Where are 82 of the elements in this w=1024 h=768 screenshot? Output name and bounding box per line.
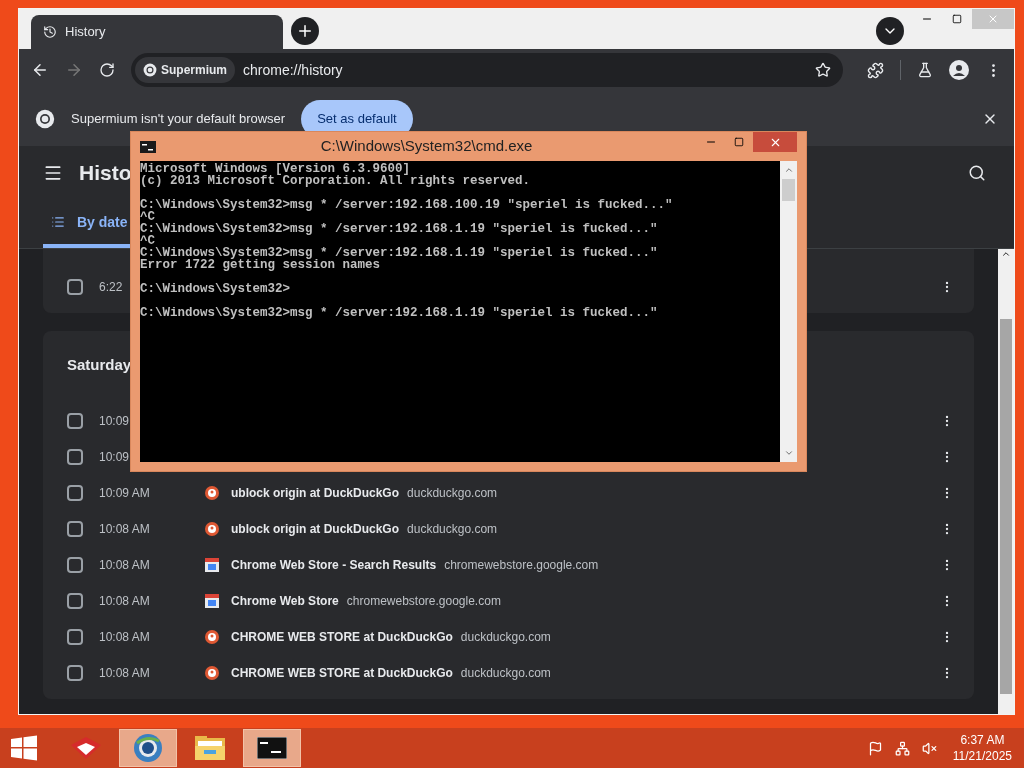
domain-text: chromewebstore.google.com [444, 557, 599, 574]
tab-title: History [65, 23, 107, 42]
maximize-icon [952, 14, 962, 24]
console-title: C:\Windows\System32\cmd.exe [319, 136, 534, 157]
domain-text: duckduckgo.com [460, 629, 551, 646]
row-checkbox[interactable] [67, 557, 83, 573]
page-title-link[interactable]: Chrome Web Store - Search Results [231, 556, 437, 574]
row-checkbox[interactable] [67, 629, 83, 645]
folder-icon [194, 734, 226, 762]
plus-icon [296, 22, 314, 40]
profile-icon[interactable] [949, 60, 969, 80]
visit-time: 10:08 AM [99, 629, 151, 646]
scroll-down-icon [783, 448, 794, 458]
search-icon[interactable] [968, 164, 986, 182]
console-icon [257, 737, 287, 759]
row-checkbox[interactable] [67, 279, 83, 295]
row-checkbox[interactable] [67, 593, 83, 609]
close-icon [987, 13, 999, 25]
start-icon[interactable] [11, 735, 37, 761]
page-title-link[interactable]: ublock origin at DuckDuckGo [231, 484, 400, 502]
package-icon [69, 735, 103, 761]
store-favicon-icon [205, 558, 219, 572]
page-title-link[interactable]: CHROME WEB STORE at DuckDuckGo [231, 664, 453, 682]
site-chip[interactable]: Supermium [135, 57, 235, 83]
row-checkbox[interactable] [67, 449, 83, 465]
browser-logo-icon [143, 63, 157, 77]
reload-icon[interactable] [99, 62, 115, 78]
scroll-thumb[interactable] [782, 179, 795, 201]
scroll-up-icon [1001, 249, 1011, 259]
list-icon [51, 215, 65, 229]
visit-time: 10:09 [99, 413, 131, 430]
domain-text: duckduckgo.com [407, 485, 498, 502]
browser-tab[interactable]: History [31, 15, 283, 49]
row-checkbox[interactable] [67, 521, 83, 537]
domain-text: duckduckgo.com [460, 665, 551, 682]
row-checkbox[interactable] [67, 413, 83, 429]
taskbar-app[interactable] [243, 729, 301, 767]
store-favicon-icon [205, 594, 219, 608]
globe-icon [133, 733, 163, 763]
network-icon[interactable] [894, 740, 910, 756]
visit-time: 10:09 AM [99, 485, 151, 502]
date-heading: Saturday [66, 354, 133, 375]
page-title-link[interactable]: Chrome Web Store [231, 592, 339, 610]
scroll-thumb[interactable] [1000, 319, 1012, 694]
browser-logo-icon [35, 108, 55, 129]
visit-time: 10:08 AM [99, 593, 151, 610]
page-title-link[interactable]: ublock origin at DuckDuckGo [231, 520, 400, 538]
duck-favicon-icon [205, 522, 219, 536]
clock[interactable]: 6:37 AM 11/21/2025 [952, 732, 1012, 764]
row-checkbox[interactable] [67, 485, 83, 501]
menu-icon[interactable] [43, 163, 63, 183]
duck-favicon-icon [205, 486, 219, 500]
visit-time: 10:09 [99, 449, 131, 466]
visit-time: 10:08 AM [99, 557, 151, 574]
page-title: Histo [79, 160, 132, 187]
console-scrollbar[interactable] [780, 161, 797, 462]
new-tab-button[interactable] [291, 17, 319, 45]
scrollbar[interactable] [998, 249, 1014, 714]
flag-icon[interactable] [867, 740, 883, 756]
page-title-link[interactable]: CHROME WEB STORE at DuckDuckGo [231, 628, 453, 646]
history-icon [43, 25, 57, 39]
back-icon[interactable] [31, 61, 49, 79]
domain-text: duckduckgo.com [407, 521, 498, 538]
maximize-icon [734, 137, 744, 147]
visit-time: 10:08 AM [99, 521, 151, 538]
console-icon [140, 140, 156, 153]
duck-favicon-icon [205, 630, 219, 644]
forward-icon[interactable] [65, 61, 83, 79]
muted-speaker-icon[interactable] [921, 740, 937, 756]
url-text: chrome://history [243, 60, 344, 80]
visit-time: 10:08 AM [99, 665, 151, 682]
tab-search-button[interactable] [876, 17, 904, 45]
duck-favicon-icon [205, 666, 219, 680]
row-checkbox[interactable] [67, 665, 83, 681]
address-bar[interactable]: Supermium chrome://history [131, 53, 843, 87]
domain-text: chromewebstore.google.com [346, 593, 501, 610]
extensions-icon[interactable] [867, 61, 884, 79]
flask-icon[interactable] [917, 62, 933, 78]
scroll-up-icon [783, 165, 794, 175]
taskbar-app[interactable] [119, 729, 177, 767]
bookmark-star-icon[interactable] [815, 62, 831, 78]
default-browser-message: Supermium isn't your default browser [71, 109, 286, 128]
